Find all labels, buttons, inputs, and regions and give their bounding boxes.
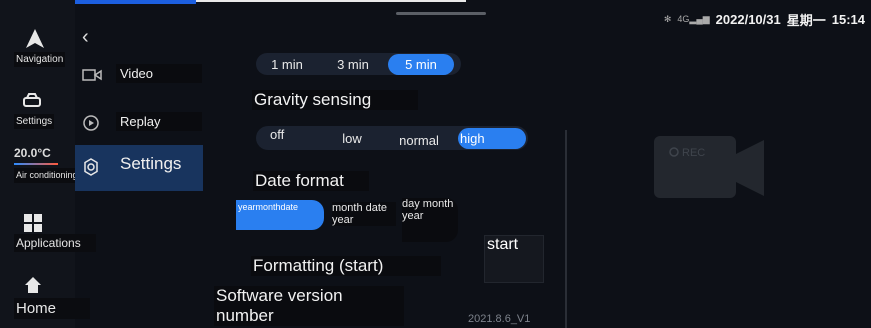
bluetooth-icon: ✻	[663, 14, 672, 24]
gravity-option-low[interactable]: low	[324, 131, 380, 146]
status-weekday: 星期一	[786, 13, 826, 28]
sidebar-label-navigation: Navigation	[14, 52, 66, 67]
back-chevron-icon[interactable]: ‹	[82, 26, 89, 49]
menu-item-replay[interactable]: Replay	[80, 112, 202, 136]
menu-label-settings: Settings	[120, 154, 182, 173]
software-version-title: Software version number	[214, 286, 404, 326]
navigation-arrow-icon	[24, 28, 46, 53]
video-camera-placeholder-icon: REC	[654, 136, 764, 198]
settings-gear-icon	[82, 158, 100, 179]
gravity-option-off[interactable]: off	[256, 127, 324, 142]
temperature-gradient-bar	[14, 163, 58, 165]
date-format-selector: yearmonthdate month date year day month …	[236, 198, 460, 242]
date-format-title: Date format	[253, 171, 369, 191]
status-date: 2022/10/31	[715, 12, 781, 27]
duration-option-1min[interactable]: 1 min	[256, 57, 318, 72]
status-time: 15:14	[831, 12, 865, 27]
drag-handle[interactable]	[396, 12, 486, 15]
home-icon	[24, 276, 42, 297]
date-format-option-dmy[interactable]: day month year	[402, 198, 458, 242]
menu-label-video: Video	[116, 64, 202, 83]
sidebar-label-applications: Applications	[14, 234, 96, 252]
date-format-option-ymd[interactable]: yearmonthdate	[236, 200, 324, 230]
gravity-sensing-selector: off low normal high	[256, 126, 528, 150]
signal-icon: 4G▂▄▆	[677, 14, 710, 24]
menu-label-replay: Replay	[116, 112, 202, 131]
gravity-sensing-title: Gravity sensing	[252, 90, 418, 110]
formatting-title: Formatting (start)	[251, 256, 441, 276]
formatting-start-button[interactable]: start	[484, 235, 544, 283]
sidebar-item-home[interactable]: Home	[0, 276, 95, 322]
apps-grid-icon	[24, 214, 42, 235]
sidebar-label-settings: Settings	[14, 114, 55, 129]
temperature-display: 20.0°C	[14, 146, 51, 160]
date-format-option-mdy[interactable]: month date year	[332, 202, 396, 226]
top-light-bar	[196, 0, 466, 2]
gravity-option-high[interactable]: high	[458, 127, 526, 149]
start-button-label: start	[487, 236, 519, 253]
software-version-value: 2021.8.6_V1	[468, 313, 531, 325]
recording-duration-selector: 1 min 3 min 5 min	[256, 53, 461, 75]
camera-preview: REC	[652, 132, 766, 209]
sidebar-label-air-conditioning: Air conditioning	[14, 168, 82, 183]
menu-item-settings[interactable]: Settings	[80, 152, 200, 182]
duration-option-3min[interactable]: 3 min	[318, 57, 388, 72]
video-camera-icon	[82, 68, 102, 85]
duration-option-5min[interactable]: 5 min	[388, 53, 454, 75]
panel-divider	[565, 130, 567, 328]
car-icon	[22, 92, 42, 113]
menu-item-video[interactable]: Video	[80, 64, 202, 88]
sidebar-label-home: Home	[14, 298, 90, 319]
gravity-option-normal[interactable]: normal	[380, 133, 458, 148]
sidebar-item-applications[interactable]: Applications	[0, 214, 96, 264]
rec-label: REC	[682, 147, 705, 159]
status-bar: ✻ 4G▂▄▆ 2022/10/31 星期一 15:14	[664, 10, 865, 29]
replay-icon	[82, 114, 100, 135]
